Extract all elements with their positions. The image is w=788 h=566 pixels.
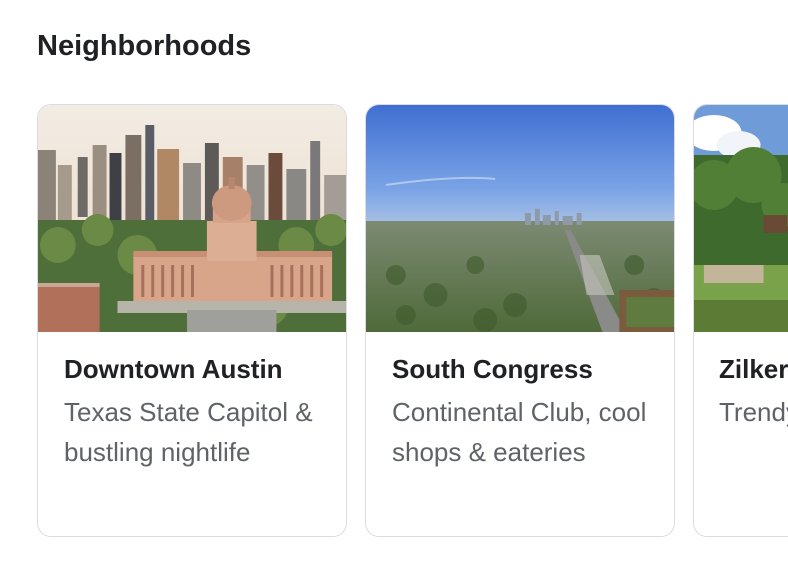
card-title: Zilker	[719, 354, 788, 384]
card-description: Trendy bars near Park	[719, 397, 788, 427]
south-congress-image	[366, 105, 674, 332]
downtown-austin-image	[38, 105, 346, 332]
card-description: Continental Club, cool shops & eateries	[392, 397, 647, 467]
section-title: Neighborhoods	[37, 30, 252, 62]
zilker-image	[694, 105, 788, 332]
neighborhood-card-south-congress[interactable]: South Congress Continental Club, cool sh…	[365, 104, 675, 537]
neighborhoods-carousel[interactable]: Downtown Austin Texas State Capitol & bu…	[37, 104, 788, 544]
card-title: South Congress	[392, 354, 593, 384]
neighborhood-card-downtown[interactable]: Downtown Austin Texas State Capitol & bu…	[37, 104, 347, 537]
card-title: Downtown Austin	[64, 354, 283, 384]
neighborhood-card-zilker[interactable]: Zilker Trendy bars near Park	[693, 104, 788, 537]
card-description: Texas State Capitol & bustling nightlife	[64, 397, 313, 467]
